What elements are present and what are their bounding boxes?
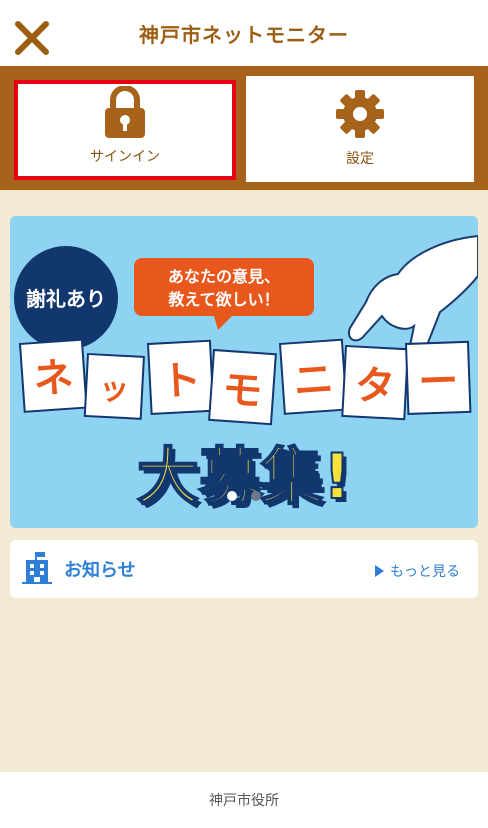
gear-icon	[336, 90, 384, 138]
app-header: 神戸市ネットモニター	[0, 0, 488, 66]
card-7: ー	[418, 358, 460, 405]
card-6: タ	[354, 363, 396, 411]
bubble-line2: 教えて欲しい！	[168, 290, 279, 309]
carousel-dot-2[interactable]	[251, 491, 261, 501]
building-icon	[22, 552, 52, 584]
menu-panel: サインイン 設定	[0, 66, 488, 190]
lock-icon	[105, 86, 145, 138]
card-1: ネ	[32, 354, 75, 403]
see-more-link[interactable]: もっと見る	[375, 561, 460, 581]
carousel-dot-1[interactable]	[227, 491, 237, 501]
news-bar: お知らせ もっと見る	[10, 540, 478, 598]
footer-text: 神戸市役所	[209, 793, 279, 809]
footer: 神戸市役所	[0, 772, 488, 828]
card-row: ネ ッ ト モ ニ タ ー	[18, 338, 472, 426]
close-button[interactable]	[14, 20, 50, 56]
banner-headline: 大募集!	[137, 440, 351, 513]
card-3: ト	[160, 357, 202, 405]
card-4: モ	[221, 367, 264, 416]
signin-button[interactable]: サインイン	[14, 80, 236, 180]
settings-button[interactable]: 設定	[246, 76, 474, 182]
close-icon	[15, 21, 49, 55]
news-title: お知らせ	[64, 560, 136, 581]
reward-badge-text: 謝礼あり	[26, 287, 106, 311]
card-2: ッ	[98, 372, 130, 409]
card-5: ニ	[292, 356, 335, 405]
promo-banner[interactable]: 謝礼あり あなたの意見、 教えて欲しい！ ネ ッ ト モ ニ タ ー 大募集! …	[10, 216, 478, 528]
see-more-label: もっと見る	[390, 564, 460, 580]
page-title: 神戸市ネットモニター	[139, 22, 349, 47]
play-arrow-icon	[375, 565, 384, 577]
bubble-line1: あなたの意見、	[168, 267, 280, 286]
signin-label: サインイン	[90, 149, 160, 165]
settings-label: 設定	[346, 151, 374, 167]
